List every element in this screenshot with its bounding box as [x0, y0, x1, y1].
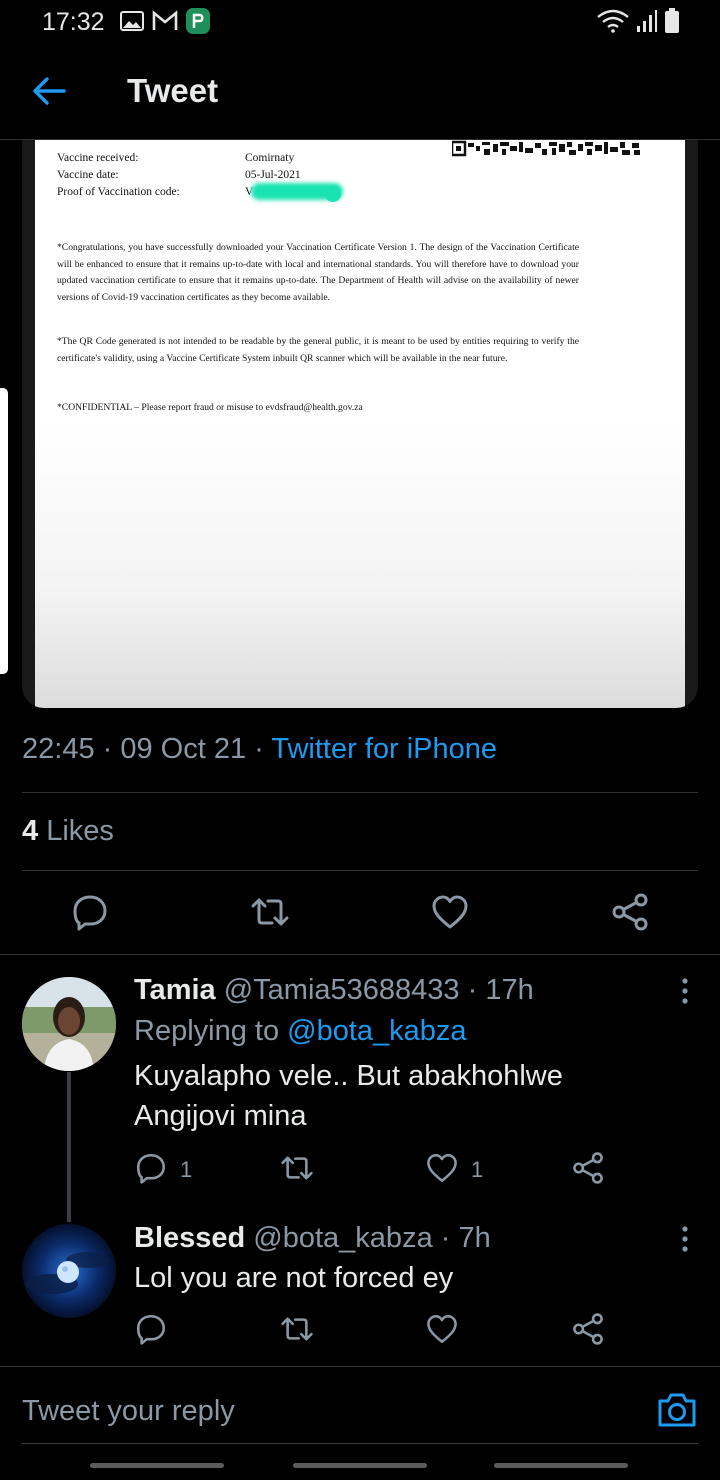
- likes-label: Likes: [38, 815, 114, 847]
- doc-label-code: Proof of Vaccination code:: [57, 186, 180, 198]
- gallery-icon: [120, 11, 144, 31]
- wifi-icon: [597, 9, 629, 33]
- user-handle[interactable]: @Tamia53688433: [224, 974, 460, 1006]
- tweet-client-link[interactable]: Twitter for iPhone: [271, 733, 497, 765]
- reply-icon[interactable]: [70, 892, 110, 932]
- display-name[interactable]: Blessed: [134, 1222, 245, 1254]
- more-options-icon[interactable]: [674, 976, 696, 1006]
- retweet-icon[interactable]: [250, 892, 290, 932]
- doc-paragraph-qr-code: *The QR Code generated is not intended t…: [57, 336, 579, 364]
- doc-label-received: Vaccine received:: [57, 152, 139, 164]
- status-bar: 17:32: [0, 0, 720, 44]
- share-icon[interactable]: [610, 892, 650, 932]
- separator-dot: ·: [94, 733, 121, 765]
- like-count: 1: [471, 1157, 484, 1182]
- page-title: Tweet: [127, 72, 219, 109]
- thread-connector-line: [67, 1072, 71, 1222]
- signal-icon: [637, 10, 657, 32]
- camera-icon[interactable]: [656, 1391, 698, 1429]
- reply-count: 1: [180, 1157, 193, 1182]
- reply-tweet[interactable]: Tamia @Tamia53688433 · 17h Replying to @…: [0, 954, 720, 1214]
- divider: [22, 792, 698, 793]
- gmail-icon: [152, 10, 178, 30]
- reply-tweet[interactable]: Blessed @bota_kabza · 7h Lol you are not…: [0, 1214, 720, 1364]
- replying-to: Replying to @bota_kabza: [134, 1015, 467, 1048]
- reply-composer[interactable]: Tweet your reply: [0, 1366, 720, 1444]
- back-arrow-icon[interactable]: [28, 70, 70, 112]
- replying-to-label: Replying to: [134, 1015, 288, 1047]
- share-icon[interactable]: [571, 1151, 605, 1185]
- tweet-date: 09 Oct 21: [120, 733, 247, 765]
- reply-age: · 17h: [459, 974, 534, 1006]
- reply-input[interactable]: Tweet your reply: [22, 1395, 235, 1428]
- more-options-icon[interactable]: [674, 1224, 696, 1254]
- nav-home-handle[interactable]: [293, 1463, 427, 1468]
- likes-number: 4: [22, 815, 39, 847]
- qr-code-fragment: [452, 140, 644, 157]
- reply-text-line: Kuyalapho vele.. But abakhohlwe: [134, 1060, 563, 1092]
- share-icon[interactable]: [571, 1312, 605, 1346]
- like-icon[interactable]: [430, 892, 470, 932]
- top-app-bar: Tweet: [0, 44, 720, 140]
- reply-text-line: Lol you are not forced ey: [134, 1262, 454, 1294]
- doc-value-date: 05-Jul-2021: [245, 169, 301, 181]
- avatar[interactable]: [22, 1224, 116, 1318]
- divider: [22, 1443, 698, 1444]
- doc-paragraph-congratulations: *Congratulations, you have successfully …: [57, 242, 579, 303]
- tweet-image[interactable]: Vaccine received: Comirnaty Vaccine date…: [22, 140, 698, 708]
- doc-paragraph-confidential: *CONFIDENTIAL – Please report fraud or m…: [57, 402, 363, 413]
- status-icons: [596, 8, 680, 34]
- like-icon[interactable]: [425, 1151, 459, 1185]
- reply-text-line: Angijovi mina: [134, 1100, 307, 1132]
- battery-icon: [665, 8, 679, 33]
- redaction-mark: [325, 186, 341, 202]
- system-navigation-bar: [0, 1448, 720, 1480]
- separator-dot: ·: [246, 733, 272, 765]
- retweet-icon[interactable]: [280, 1151, 314, 1185]
- tweet-time: 22:45: [22, 733, 95, 765]
- nav-back-handle[interactable]: [494, 1463, 628, 1468]
- reply-icon[interactable]: [134, 1312, 168, 1346]
- reply-header: Tamia @Tamia53688433 · 17h: [134, 974, 534, 1007]
- vaccination-certificate-document: Vaccine received: Comirnaty Vaccine date…: [35, 140, 685, 708]
- edge-panel-handle[interactable]: [0, 388, 8, 674]
- tweet-action-bar: [0, 870, 720, 954]
- user-handle[interactable]: @bota_kabza: [253, 1222, 432, 1254]
- reply-header: Blessed @bota_kabza · 7h: [134, 1222, 491, 1255]
- tweet-timestamp: 22:45 · 09 Oct 21 · Twitter for iPhone: [22, 733, 497, 766]
- doc-value-received: Comirnaty: [245, 152, 295, 164]
- reply-age: · 7h: [432, 1222, 491, 1254]
- avatar[interactable]: [22, 977, 116, 1071]
- replying-to-handle[interactable]: @bota_kabza: [287, 1015, 466, 1047]
- likes-count[interactable]: 4 Likes: [22, 815, 114, 848]
- display-name[interactable]: Tamia: [134, 974, 216, 1006]
- status-time: 17:32: [42, 8, 105, 36]
- reply-icon[interactable]: [134, 1151, 168, 1185]
- nav-recents-handle[interactable]: [90, 1463, 224, 1468]
- retweet-icon[interactable]: [280, 1312, 314, 1346]
- like-icon[interactable]: [425, 1312, 459, 1346]
- doc-label-date: Vaccine date:: [57, 169, 119, 181]
- maps-icon: [186, 8, 210, 34]
